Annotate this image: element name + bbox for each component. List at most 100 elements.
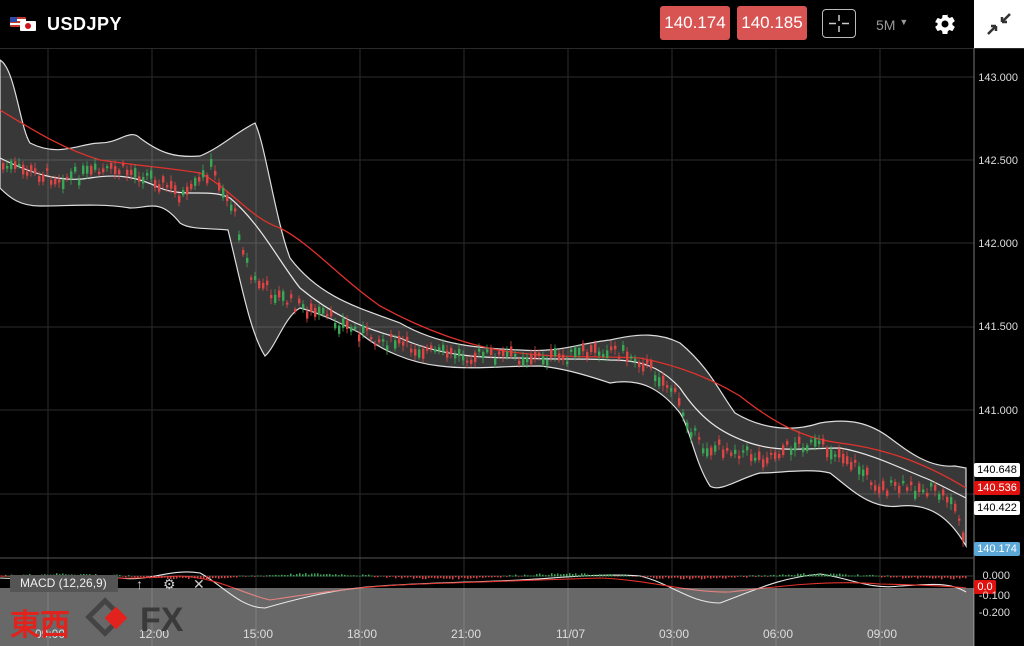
crosshair-button[interactable] [822,9,856,38]
candle-body [298,298,301,304]
macd-histogram-bar [908,576,910,578]
timeframe-dropdown[interactable]: 5M ▼ [876,17,908,33]
macd-histogram-bar [146,576,148,578]
candle-body [138,176,141,182]
macd-histogram-bar [581,573,583,577]
macd-histogram-bar [722,576,724,579]
candle-body [718,439,721,445]
macd-histogram-bar [431,576,433,578]
macd-indicator-label[interactable]: MACD (12,26,9) [10,575,118,592]
candle-body [358,334,361,342]
candle-body [562,354,565,361]
macd-histogram-bar [533,575,535,577]
candle-body [70,171,73,179]
macd-histogram-bar [965,576,967,579]
bid-price-button[interactable]: 140.174 [660,6,730,40]
macd-histogram-bar [392,576,394,577]
candle-body [242,249,245,255]
macd-histogram-bar [293,575,295,577]
macd-histogram-bar [743,576,745,578]
macd-histogram-bar [545,575,547,577]
candle-body [786,441,789,445]
macd-axis-label: -0.100 [978,590,1010,602]
candle-body [418,349,421,358]
macd-histogram-bar [326,574,328,577]
macd-histogram-bar [782,574,784,577]
macd-histogram-bar [806,575,808,577]
candle-body [822,438,825,445]
candle-body [134,168,137,178]
macd-histogram-bar [353,575,355,577]
candle-body [118,170,121,175]
candle-body [954,503,957,512]
candle-body [578,347,581,355]
macd-histogram-bar [341,574,343,577]
candle-body [66,176,69,180]
macd-histogram-bar [383,576,385,577]
macd-histogram-bar [887,575,889,577]
candle-body [262,282,265,289]
move-up-icon[interactable]: ↑ [136,576,143,592]
time-axis-label: 18:00 [347,627,378,641]
macd-histogram-bar [605,574,607,577]
candle-body [170,180,173,189]
candle-body [642,362,645,372]
candle-body [886,490,889,496]
timeframe-value: 5M [876,17,896,33]
candle-body [290,294,293,299]
candle-body [802,447,805,453]
macd-histogram-bar [827,574,829,577]
exit-fullscreen-button[interactable] [974,0,1024,48]
macd-histogram-bar [725,576,727,579]
symbol-name[interactable]: USDJPY [47,14,122,35]
macd-histogram-bar [518,576,520,577]
macd-histogram-bar [377,576,379,578]
macd-histogram-bar [650,576,652,578]
candle-body [214,170,217,176]
macd-histogram-bar [881,576,883,578]
close-icon[interactable]: ✕ [193,576,205,593]
macd-histogram-bar [125,576,127,578]
macd-histogram-bar [953,576,955,580]
candle-body [382,339,385,342]
candle-body [218,182,221,191]
macd-histogram-bar [656,576,658,579]
candle-body [510,346,513,357]
candle-body [430,345,433,349]
candle-body [618,356,621,359]
macd-histogram-bar [704,576,706,579]
price-axis-label: 141.000 [978,405,1018,417]
time-axis-label: 11/07 [556,627,586,641]
gear-icon[interactable] [933,12,957,36]
macd-histogram-bar [119,575,121,577]
candle-body [402,341,405,346]
macd-histogram-bar [425,576,427,580]
macd-histogram-bar [542,574,544,577]
logo-fx: FX [140,601,184,639]
candle-body [54,178,57,185]
candle-body [594,343,597,353]
macd-histogram-bar [632,576,634,577]
candle-body [342,318,345,328]
macd-histogram-bar [668,576,670,579]
macd-histogram-bar [266,575,268,577]
candle-body [82,165,85,174]
macd-histogram-bar [488,576,490,578]
candle-body [326,314,329,317]
macd-histogram-bar [476,576,478,579]
macd-histogram-bar [443,576,445,579]
candle-body [398,335,401,344]
candle-body [10,160,13,170]
candle-body [446,350,449,358]
ask-price-button[interactable]: 140.185 [737,6,807,40]
macd-histogram-bar [218,576,220,579]
candle-body [654,375,657,382]
candle-body [682,412,685,417]
candle-body [166,185,169,188]
moving-average-tag: 140.536 [974,481,1020,495]
macd-histogram-bar [821,574,823,577]
price-chart[interactable] [0,48,1024,646]
candle-body [818,440,821,445]
gear-icon[interactable]: ⚙ [163,576,176,593]
candle-body [294,309,297,312]
